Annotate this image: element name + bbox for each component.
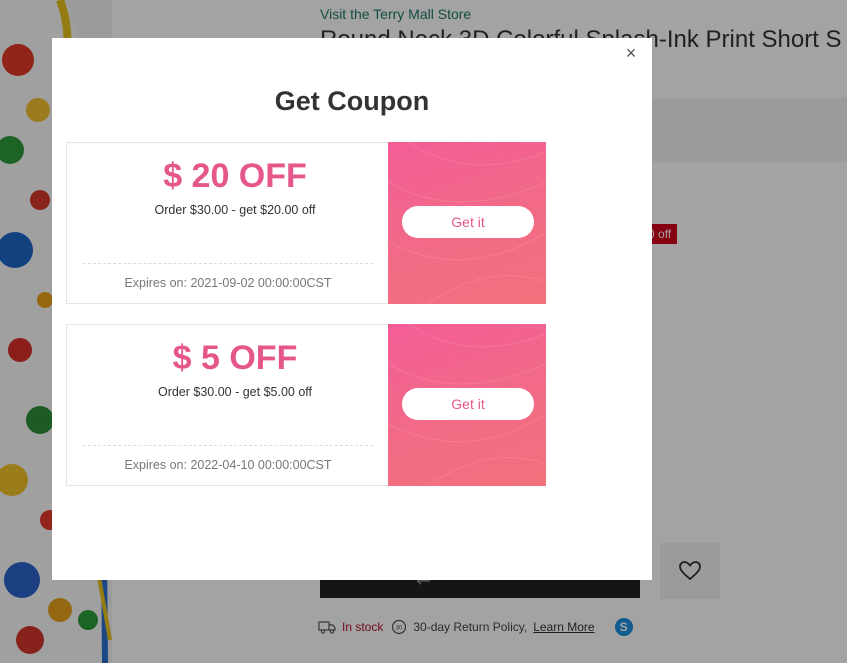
coupon-description: Order $30.00 - get $20.00 off bbox=[154, 203, 316, 217]
coupon-action-panel: Get it bbox=[388, 142, 546, 304]
coupon-divider bbox=[83, 445, 373, 446]
coupon-card: $ 5 OFF Order $30.00 - get $5.00 off Exp… bbox=[66, 324, 546, 486]
coupon-expiry: Expires on: 2021-09-02 00:00:00CST bbox=[124, 276, 332, 290]
get-coupon-button[interactable]: Get it bbox=[402, 206, 534, 238]
close-icon[interactable]: × bbox=[620, 42, 642, 64]
coupon-details: $ 20 OFF Order $30.00 - get $20.00 off E… bbox=[66, 142, 388, 304]
coupon-amount: $ 5 OFF bbox=[172, 339, 298, 377]
coupon-description: Order $30.00 - get $5.00 off bbox=[157, 385, 313, 399]
coupon-perforation bbox=[388, 324, 392, 486]
coupon-perforation bbox=[388, 142, 392, 304]
coupon-details: $ 5 OFF Order $30.00 - get $5.00 off Exp… bbox=[66, 324, 388, 486]
coupon-card: $ 20 OFF Order $30.00 - get $20.00 off E… bbox=[66, 142, 546, 304]
coupon-modal: × Get Coupon $ 20 OFF Order $30.00 - get… bbox=[52, 38, 652, 580]
modal-title: Get Coupon bbox=[274, 86, 430, 116]
get-coupon-button[interactable]: Get it bbox=[402, 388, 534, 420]
coupon-amount: $ 20 OFF bbox=[163, 157, 307, 195]
coupon-action-panel: Get it bbox=[388, 324, 546, 486]
coupon-expiry: Expires on: 2022-04-10 00:00:00CST bbox=[124, 458, 332, 472]
coupon-divider bbox=[83, 263, 373, 264]
